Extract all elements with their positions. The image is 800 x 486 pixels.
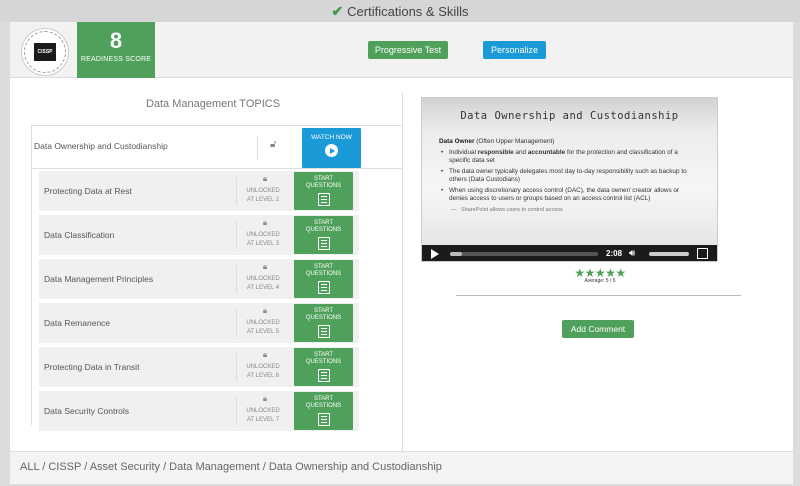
start-questions-button[interactable]: START QUESTIONS: [294, 260, 353, 298]
cissp-logo: CISSP: [34, 43, 56, 61]
start-questions-label: START QUESTIONS: [305, 396, 342, 409]
unlock-status: UNLOCKED AT LEVEL 5: [246, 320, 280, 335]
topic-label: Data Management Principles: [44, 274, 154, 284]
readiness-score: 8 READINESS SCORE: [77, 22, 155, 78]
readiness-score-value: 8: [109, 28, 123, 53]
row-divider: [257, 136, 258, 160]
topic-row: Protecting Data in Transit 🔒︎ UNLOCKED AT…: [39, 347, 359, 387]
cissp-badge: CISSP: [21, 28, 69, 76]
topic-label: Protecting Data at Rest: [44, 186, 132, 196]
slide-bullet: When using discretionary access control …: [439, 187, 699, 204]
document-icon: [317, 325, 330, 338]
topic-list: Protecting Data at Rest 🔒︎ UNLOCKED AT LE…: [39, 171, 359, 435]
volume-icon[interactable]: 🔊︎: [629, 248, 635, 259]
topic-label: Data Classification: [44, 230, 115, 240]
slide-bullet: Individual responsible and accountable f…: [439, 149, 699, 166]
unlock-status: UNLOCKED AT LEVEL 6: [246, 364, 280, 379]
main-panel: CISSP 8 READINESS SCORE Progressive Test…: [10, 22, 793, 484]
seek-progress: [450, 252, 462, 256]
unlock-status: UNLOCKED AT LEVEL 3: [246, 232, 280, 247]
start-questions-button[interactable]: START QUESTIONS: [294, 392, 353, 430]
unlock-status: UNLOCKED AT LEVEL 7: [246, 408, 280, 423]
start-questions-label: START QUESTIONS: [305, 308, 342, 321]
slide-content: Data Owner (Often Upper Management) Indi…: [439, 138, 699, 214]
video-controls: 2:08 🔊︎: [422, 245, 717, 261]
unlock-status: UNLOCKED AT LEVEL 4: [246, 276, 280, 291]
start-questions-label: START QUESTIONS: [305, 352, 342, 365]
start-questions-label: START QUESTIONS: [305, 176, 342, 189]
rating-average: Average: 5 / 5: [584, 278, 616, 284]
document-icon: [317, 237, 330, 250]
topics-panel: Data Management TOPICS Data Ownership an…: [23, 92, 403, 452]
breadcrumb: ALL / CISSP / Asset Security / Data Mana…: [20, 461, 442, 473]
badge-ring: CISSP: [24, 31, 66, 73]
lock-icon: 🔒︎: [262, 350, 268, 359]
row-divider: [236, 177, 237, 205]
topics-title: Data Management TOPICS: [145, 98, 281, 110]
topic-row: Data Security Controls 🔒︎ UNLOCKED AT LEV…: [39, 391, 359, 431]
watch-now-label: WATCH NOW: [311, 134, 352, 141]
volume-slider[interactable]: [649, 252, 689, 256]
unlocked-icon: 🔓︎: [270, 139, 277, 150]
lock-icon: 🔒︎: [262, 262, 268, 271]
lock-icon: 🔒︎: [262, 218, 268, 227]
slide-sub-bullet: SharePoint allows users to control acces…: [439, 206, 699, 215]
start-questions-label: START QUESTIONS: [305, 220, 342, 233]
topic-row: Data Classification 🔒︎ UNLOCKED AT LEVEL …: [39, 215, 359, 255]
title-bar: ✔ Certifications & Skills: [0, 0, 800, 22]
topic-label: Protecting Data in Transit: [44, 362, 140, 372]
row-divider: [236, 265, 237, 293]
seek-bar[interactable]: [450, 252, 598, 256]
row-divider: [236, 221, 237, 249]
watch-now-button[interactable]: WATCH NOW: [302, 128, 361, 168]
document-icon: [317, 369, 330, 382]
check-icon: ✔: [331, 2, 344, 19]
topic-row: Protecting Data at Rest 🔒︎ UNLOCKED AT LE…: [39, 171, 359, 211]
unlock-status: UNLOCKED AT LEVEL 2: [246, 188, 280, 203]
document-icon: [317, 413, 330, 426]
video-player[interactable]: Data Ownership and Custodianship Data Ow…: [421, 97, 718, 262]
slide-heading: Data Owner (Often Upper Management): [439, 138, 555, 145]
personalize-button[interactable]: Personalize: [483, 41, 546, 59]
topic-label: Data Remanence: [44, 318, 111, 328]
topic-label: Data Security Controls: [44, 406, 130, 416]
slide-bullets: Individual responsible and accountable f…: [439, 149, 699, 204]
readiness-score-label: READINESS SCORE: [80, 56, 152, 63]
current-topic-label: Data Ownership and Custodianship: [34, 141, 168, 151]
lock-icon: 🔒︎: [262, 394, 268, 403]
row-divider: [236, 397, 237, 425]
start-questions-label: START QUESTIONS: [305, 264, 342, 277]
topic-row: Data Management Principles 🔒︎ UNLOCKED AT…: [39, 259, 359, 299]
row-divider: [236, 309, 237, 337]
lock-icon: 🔒︎: [262, 306, 268, 315]
slide-bullet: The data owner typically delegates most …: [439, 168, 699, 185]
document-icon: [317, 193, 330, 206]
progressive-test-button[interactable]: Progressive Test: [368, 41, 448, 59]
start-questions-button[interactable]: START QUESTIONS: [294, 304, 353, 342]
start-questions-button[interactable]: START QUESTIONS: [294, 348, 353, 386]
slide-title: Data Ownership and Custodianship: [460, 110, 679, 122]
header: CISSP 8 READINESS SCORE Progressive Test…: [10, 22, 793, 78]
footer: ALL / CISSP / Asset Security / Data Mana…: [10, 451, 793, 484]
row-divider: [236, 353, 237, 381]
video-time: 2:08: [606, 249, 623, 258]
page-title: Certifications & Skills: [347, 3, 469, 19]
play-circle-icon: [325, 144, 338, 157]
current-topic-row: Data Ownership and Custodianship 🔓︎ WATC…: [31, 125, 403, 169]
start-questions-button[interactable]: START QUESTIONS: [294, 216, 353, 254]
add-comment-button[interactable]: Add Comment: [562, 320, 634, 338]
lock-icon: 🔒︎: [262, 174, 268, 183]
divider: [456, 295, 741, 296]
document-icon: [317, 281, 330, 294]
play-icon[interactable]: [431, 249, 439, 259]
fullscreen-icon[interactable]: [697, 248, 708, 259]
start-questions-button[interactable]: START QUESTIONS: [294, 172, 353, 210]
topic-row: Data Remanence 🔒︎ UNLOCKED AT LEVEL 5 STA…: [39, 303, 359, 343]
